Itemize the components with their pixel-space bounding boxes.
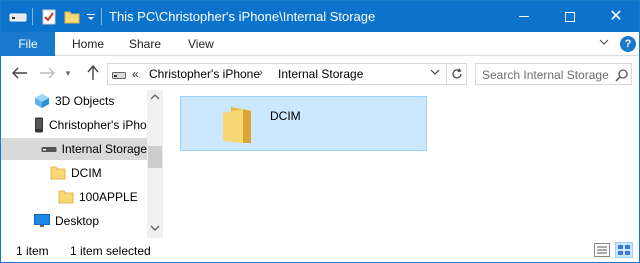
- quick-access-separator: [32, 8, 33, 25]
- tab-share[interactable]: Share: [129, 32, 161, 56]
- tree-item-label: Christopher's iPhone: [49, 118, 161, 132]
- navigation-bar: ▾ « Christopher's iPhone › Internal Stor…: [1, 56, 639, 90]
- tree-item-desktop[interactable]: Desktop: [1, 210, 147, 232]
- help-button[interactable]: ?: [620, 36, 636, 52]
- properties-icon[interactable]: [41, 7, 59, 27]
- details-view-icon[interactable]: [594, 243, 610, 257]
- tree-item-label: 3D Objects: [55, 94, 115, 108]
- refresh-button[interactable]: [447, 63, 467, 85]
- drive-icon: [41, 141, 58, 157]
- tab-file[interactable]: File: [1, 32, 55, 56]
- tree-item-label: Desktop: [55, 214, 100, 228]
- scrollbar-thumb[interactable]: [148, 146, 162, 168]
- window-title: This PC\Christopher's iPhone\Internal St…: [109, 9, 376, 24]
- file-list[interactable]: DCIM: [163, 90, 639, 238]
- minimize-icon: [519, 16, 529, 17]
- tree-item-label: 100APPLE: [79, 190, 138, 204]
- expand-ribbon-chevron-icon[interactable]: [599, 37, 609, 49]
- breadcrumb-separator-icon[interactable]: ›: [259, 67, 263, 79]
- breadcrumb-christophers-iphone[interactable]: Christopher's iPhone: [149, 67, 260, 81]
- folder-icon: [57, 189, 75, 205]
- drive-icon[interactable]: [9, 7, 27, 27]
- up-button[interactable]: [84, 64, 102, 82]
- desktop-icon: [33, 213, 51, 229]
- search-placeholder[interactable]: Search Internal Storage: [482, 68, 609, 82]
- folder-icon: [49, 165, 67, 181]
- tree-item-internal-storage[interactable]: Internal Storage: [1, 138, 147, 160]
- folder-icon: [221, 105, 255, 145]
- recent-locations-button[interactable]: ▾: [62, 64, 74, 82]
- tab-view[interactable]: View: [188, 32, 214, 56]
- phone-icon: [33, 117, 45, 133]
- tree-item-dcim[interactable]: DCIM: [1, 162, 147, 184]
- status-bar: 1 item 1 item selected: [1, 238, 639, 262]
- back-button[interactable]: [11, 64, 29, 82]
- close-button[interactable]: ✕: [593, 1, 639, 32]
- chevron-down-icon[interactable]: [430, 68, 440, 79]
- tree-item-3d-objects[interactable]: 3D Objects: [1, 90, 147, 112]
- address-bar[interactable]: « Christopher's iPhone › Internal Storag…: [107, 63, 447, 85]
- scroll-down-icon[interactable]: [150, 224, 160, 234]
- search-box[interactable]: Search Internal Storage: [475, 63, 632, 85]
- tree-item-christophers-iphone[interactable]: Christopher's iPhone: [1, 114, 160, 136]
- item-count: 1 item: [16, 244, 49, 258]
- new-folder-icon[interactable]: [64, 7, 82, 27]
- customize-toolbar-icon[interactable]: [86, 7, 96, 27]
- ribbon-tabs: File Home Share View ?: [1, 32, 639, 56]
- tree-item-label: Internal Storage: [61, 142, 147, 156]
- search-icon[interactable]: [615, 68, 629, 82]
- minimize-button[interactable]: [501, 1, 547, 32]
- 3d-objects-icon: [33, 93, 51, 109]
- breadcrumb-internal-storage[interactable]: Internal Storage: [278, 67, 363, 81]
- navigation-pane-scrollbar[interactable]: [147, 90, 163, 238]
- file-item-dcim[interactable]: DCIM: [180, 96, 427, 151]
- maximize-icon: [565, 11, 575, 22]
- quick-access-separator: [101, 8, 102, 25]
- breadcrumb-overflow[interactable]: «: [132, 67, 139, 81]
- explorer-window: This PC\Christopher's iPhone\Internal St…: [0, 0, 640, 263]
- maximize-button[interactable]: [547, 1, 593, 32]
- tree-item-label: DCIM: [71, 166, 102, 180]
- close-icon: ✕: [609, 7, 623, 25]
- file-item-name: DCIM: [270, 109, 301, 123]
- tree-item-100apple[interactable]: 100APPLE: [1, 186, 147, 208]
- title-bar[interactable]: This PC\Christopher's iPhone\Internal St…: [1, 1, 639, 32]
- navigation-pane: 3D Objects Christopher's iPhone Internal…: [1, 90, 163, 238]
- drive-icon: [112, 69, 126, 79]
- selection-count: 1 item selected: [70, 244, 151, 258]
- tab-home[interactable]: Home: [72, 32, 104, 56]
- forward-button[interactable]: [38, 64, 56, 82]
- refresh-icon: [451, 68, 462, 79]
- scroll-up-icon[interactable]: [150, 93, 160, 103]
- large-icons-view-icon[interactable]: [615, 242, 633, 258]
